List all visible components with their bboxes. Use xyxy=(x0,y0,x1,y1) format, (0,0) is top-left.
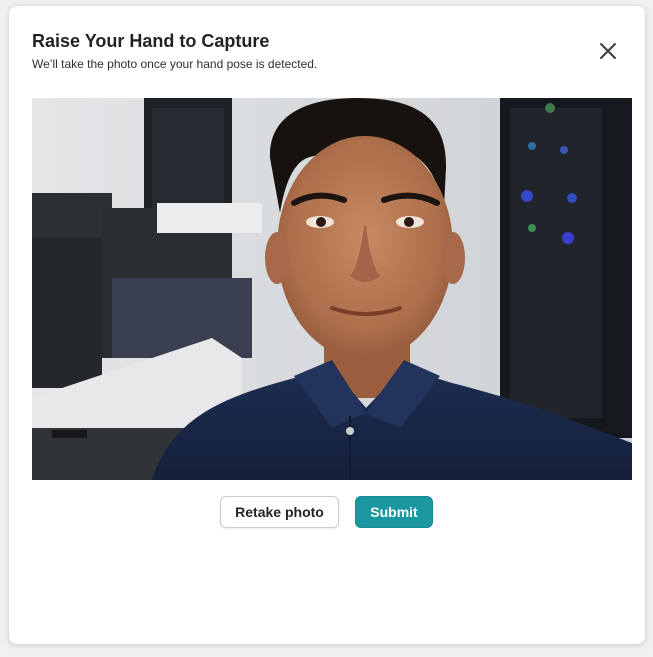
dialog-subtitle: We’ll take the photo once your hand pose… xyxy=(32,57,318,71)
close-button[interactable] xyxy=(597,40,619,62)
capture-dialog: Raise Your Hand to Capture We’ll take th… xyxy=(9,6,645,644)
photo-image xyxy=(32,98,632,480)
submit-button[interactable]: Submit xyxy=(355,496,433,528)
close-icon xyxy=(600,43,616,59)
retake-photo-button[interactable]: Retake photo xyxy=(220,496,339,528)
dialog-actions: Retake photo Submit xyxy=(9,496,645,528)
captured-photo xyxy=(32,98,632,480)
dialog-title: Raise Your Hand to Capture xyxy=(32,31,270,51)
